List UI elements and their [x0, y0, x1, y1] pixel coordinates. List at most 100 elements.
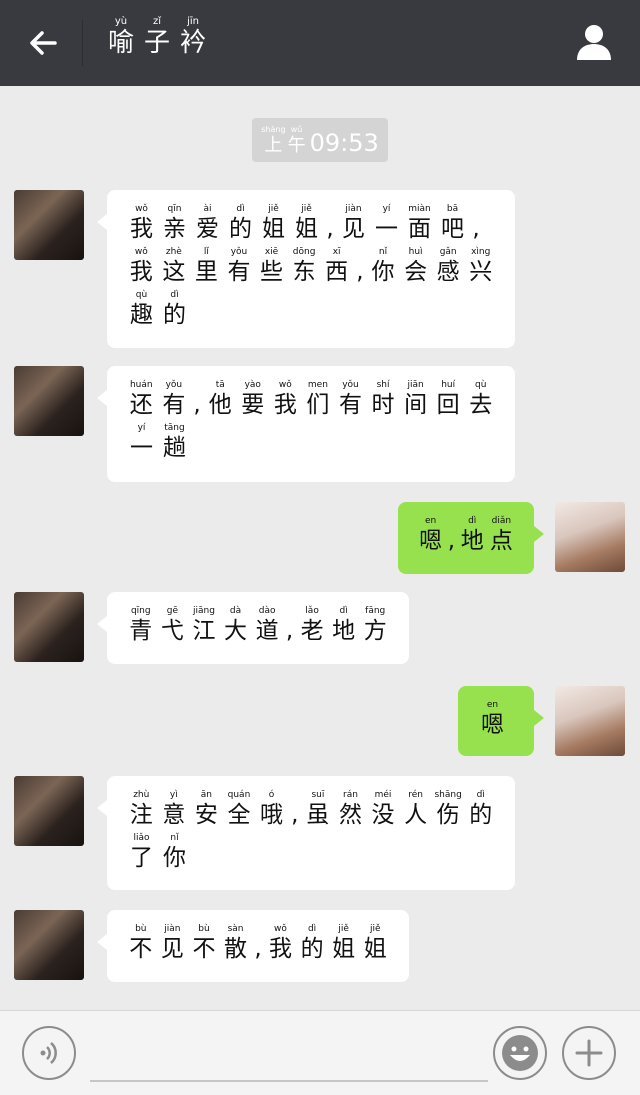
- ruby-character: zǐ 子: [144, 16, 170, 58]
- chat-message: en 嗯: [0, 686, 640, 756]
- message-line: qù 趣 dì 的: [125, 290, 497, 329]
- hanzi: ,: [254, 936, 262, 962]
- emoji-button[interactable]: [493, 1026, 547, 1080]
- hanzi: 方: [363, 618, 387, 644]
- hanzi: 有: [162, 392, 186, 418]
- pinyin: zǐ: [153, 16, 162, 27]
- message-timestamp: shàng 上 wǔ 午 09:53: [252, 118, 388, 162]
- message-bubble[interactable]: bù 不 jiàn 见 bù 不 sàn 散, wǒ 我 dì 的 jiě 姐 jiě 姐: [97, 910, 409, 982]
- contact-avatar[interactable]: [14, 190, 84, 260]
- ruby-character: yí 一: [125, 423, 158, 462]
- more-button[interactable]: [562, 1026, 616, 1080]
- ruby-character: xìng 兴: [464, 247, 497, 286]
- ruby-character: xiē 些: [255, 247, 288, 286]
- ruby-character: ,: [323, 204, 337, 243]
- hanzi: 不: [192, 936, 216, 962]
- profile-button[interactable]: [574, 22, 614, 62]
- message-bubble[interactable]: wǒ 我 qīn 亲 ài 爱 dì 的 jiě 姐 jiě 姐, jiàn 见 yí 一 miàn 面 bā 吧, w…: [97, 190, 515, 348]
- arrow-left-icon: [30, 31, 57, 55]
- pinyin: diǎn: [491, 516, 512, 526]
- message-bubble[interactable]: en 嗯, dì 地 diǎn 点: [398, 502, 544, 574]
- hanzi: 的: [163, 302, 186, 328]
- my-avatar[interactable]: [555, 502, 625, 572]
- hanzi: ,: [285, 618, 294, 644]
- pinyin: ó: [268, 790, 275, 800]
- pinyin: nǐ: [378, 247, 388, 257]
- contact-avatar[interactable]: [14, 776, 84, 846]
- message-bubble[interactable]: zhù 注 yì 意 ān 安 quán 全 ó 哦, suī 虽 rán 然 méi 没 rén 人 shāng 伤…: [97, 776, 515, 890]
- message-bubble[interactable]: huán 还 yǒu 有, tā 他 yào 要 wǒ 我 men 们 yǒu 有 shí 时 jiān 间 huí…: [97, 366, 515, 482]
- hanzi: 兴: [469, 259, 493, 285]
- message-line: en 嗯, dì 地 diǎn 点: [416, 516, 516, 555]
- hanzi: 的: [300, 936, 324, 962]
- hanzi: 哦: [260, 802, 284, 828]
- plus-icon: [575, 1039, 603, 1067]
- ruby-character: wǔ 午: [288, 125, 306, 157]
- ruby-character: dào 道: [251, 606, 283, 645]
- ruby-character: liǎo 了: [125, 833, 158, 872]
- ruby-character: dōng 东: [288, 247, 321, 286]
- ruby-character: huí 回: [432, 380, 465, 419]
- pinyin: tā: [215, 380, 225, 390]
- pinyin: sàn: [227, 924, 244, 934]
- contact-avatar[interactable]: [14, 366, 84, 436]
- voice-button[interactable]: [22, 1026, 76, 1080]
- my-avatar[interactable]: [555, 686, 625, 756]
- message-bubble[interactable]: en 嗯: [458, 686, 544, 756]
- pinyin: fāng: [365, 606, 386, 616]
- pinyin: yǒu: [230, 247, 248, 257]
- chat-message: en 嗯, dì 地 diǎn 点: [0, 502, 640, 574]
- pinyin: dì: [339, 606, 348, 616]
- pinyin: men: [307, 380, 328, 390]
- hanzi: 间: [404, 392, 428, 418]
- pinyin: bù: [135, 924, 147, 934]
- hanzi: 姐: [262, 216, 285, 242]
- pinyin: wǔ: [290, 125, 303, 134]
- hanzi: 姐: [363, 936, 387, 962]
- pinyin: xiē: [264, 247, 279, 257]
- back-button[interactable]: [20, 20, 66, 66]
- pinyin: wǒ: [274, 924, 287, 934]
- hanzi: 注: [129, 802, 153, 828]
- hanzi: 地: [332, 618, 356, 644]
- pinyin: dōng: [292, 247, 316, 257]
- ruby-character: gǎn 感: [432, 247, 465, 286]
- ruby-character: dà 大: [220, 606, 252, 645]
- hanzi: 午: [287, 135, 306, 156]
- message-input[interactable]: [90, 1080, 488, 1082]
- hanzi: 嗯: [419, 528, 443, 554]
- smiley-icon: [502, 1035, 538, 1071]
- hanzi: 这: [162, 259, 186, 285]
- hanzi: ,: [291, 802, 299, 828]
- pinyin: méi: [374, 790, 392, 800]
- hanzi: 点: [489, 528, 513, 554]
- hanzi: ,: [326, 216, 334, 242]
- ruby-character: dì 的: [296, 924, 328, 963]
- pinyin: qù: [475, 380, 487, 390]
- pinyin: gē: [166, 606, 178, 616]
- pinyin: dà: [229, 606, 242, 616]
- pinyin: shàng: [261, 125, 286, 134]
- ruby-character: jiě 姐: [257, 204, 290, 243]
- ruby-character: ,: [288, 790, 302, 829]
- ruby-character: jiān 间: [399, 380, 432, 419]
- ruby-character: rán 然: [334, 790, 367, 829]
- hanzi: 姐: [332, 936, 356, 962]
- ruby-character: tā 他: [204, 380, 237, 419]
- contact-avatar[interactable]: [14, 910, 84, 980]
- pinyin: qù: [135, 290, 148, 300]
- ruby-character: ,: [445, 516, 457, 555]
- ruby-character: jiàn 见: [157, 924, 189, 963]
- message-bubble[interactable]: qīng 青 gē 弋 jiāng 江 dà 大 dào 道, lǎo 老 dì 地 fāng 方: [97, 592, 409, 664]
- hanzi: ,: [472, 216, 480, 242]
- ruby-character: ,: [283, 606, 296, 645]
- ruby-character: yǒu 有: [334, 380, 367, 419]
- contact-avatar[interactable]: [14, 592, 84, 662]
- pinyin: bù: [198, 924, 210, 934]
- message-line: wǒ 我 qīn 亲 ài 爱 dì 的 jiě 姐 jiě 姐, jiàn 见 yí 一 miàn 面 bā 吧,: [125, 204, 497, 243]
- ruby-character: dì 的: [464, 790, 497, 829]
- hanzi: 的: [229, 216, 252, 242]
- message-line: qīng 青 gē 弋 jiāng 江 dà 大 dào 道, lǎo 老 dì 地 fāng 方: [125, 606, 391, 645]
- hanzi: 西: [325, 259, 349, 285]
- pinyin: bā: [446, 204, 459, 214]
